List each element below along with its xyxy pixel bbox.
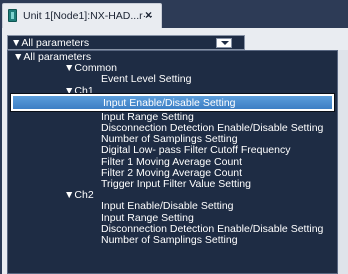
parameter-group-option[interactable]: Trigger Input Filter Value Setting: [8, 179, 337, 190]
parameter-group-option[interactable]: Filter 1 Moving Average Count: [8, 156, 337, 168]
parameter-group-select[interactable]: ▼All parameters: [7, 35, 245, 50]
tab-title: Unit 1[Node1]:NX-HAD...r···: [23, 10, 154, 22]
tab-unit-1-parameters[interactable]: Unit 1[Node1]:NX-HAD...r··· ×: [2, 3, 162, 28]
parameter-group-option[interactable]: Input Enable/Disable Setting: [8, 201, 337, 212]
parameter-group-dropdown-list: ▼All parameters ▼Common Event Level Settin…: [7, 50, 338, 274]
dropdown-options: ▼All parameters ▼Common Event Level Settin…: [8, 51, 337, 273]
unit-config-icon: [8, 9, 17, 22]
scrollbar[interactable]: [338, 50, 348, 274]
parameter-group-option[interactable]: Input Enable/Disable Setting: [10, 92, 335, 112]
parameter-group-option[interactable]: Digital Low- pass Filter Cutoff Frequenc…: [8, 145, 337, 156]
parameter-group-option[interactable]: Event Level Setting: [8, 74, 337, 85]
parameter-group-option[interactable]: Number of Samplings Setting: [8, 235, 337, 246]
parameter-group-select-value: ▼All parameters: [11, 37, 90, 49]
tree-group-option[interactable]: ▼All parameters: [8, 52, 337, 63]
dropdown-arrow-icon[interactable]: [216, 38, 232, 48]
parameter-group-option[interactable]: Input Range Setting: [8, 212, 337, 224]
editor-tab-bar: Unit 1[Node1]:NX-HAD...r··· ×: [0, 0, 348, 28]
close-icon[interactable]: ×: [145, 8, 152, 22]
